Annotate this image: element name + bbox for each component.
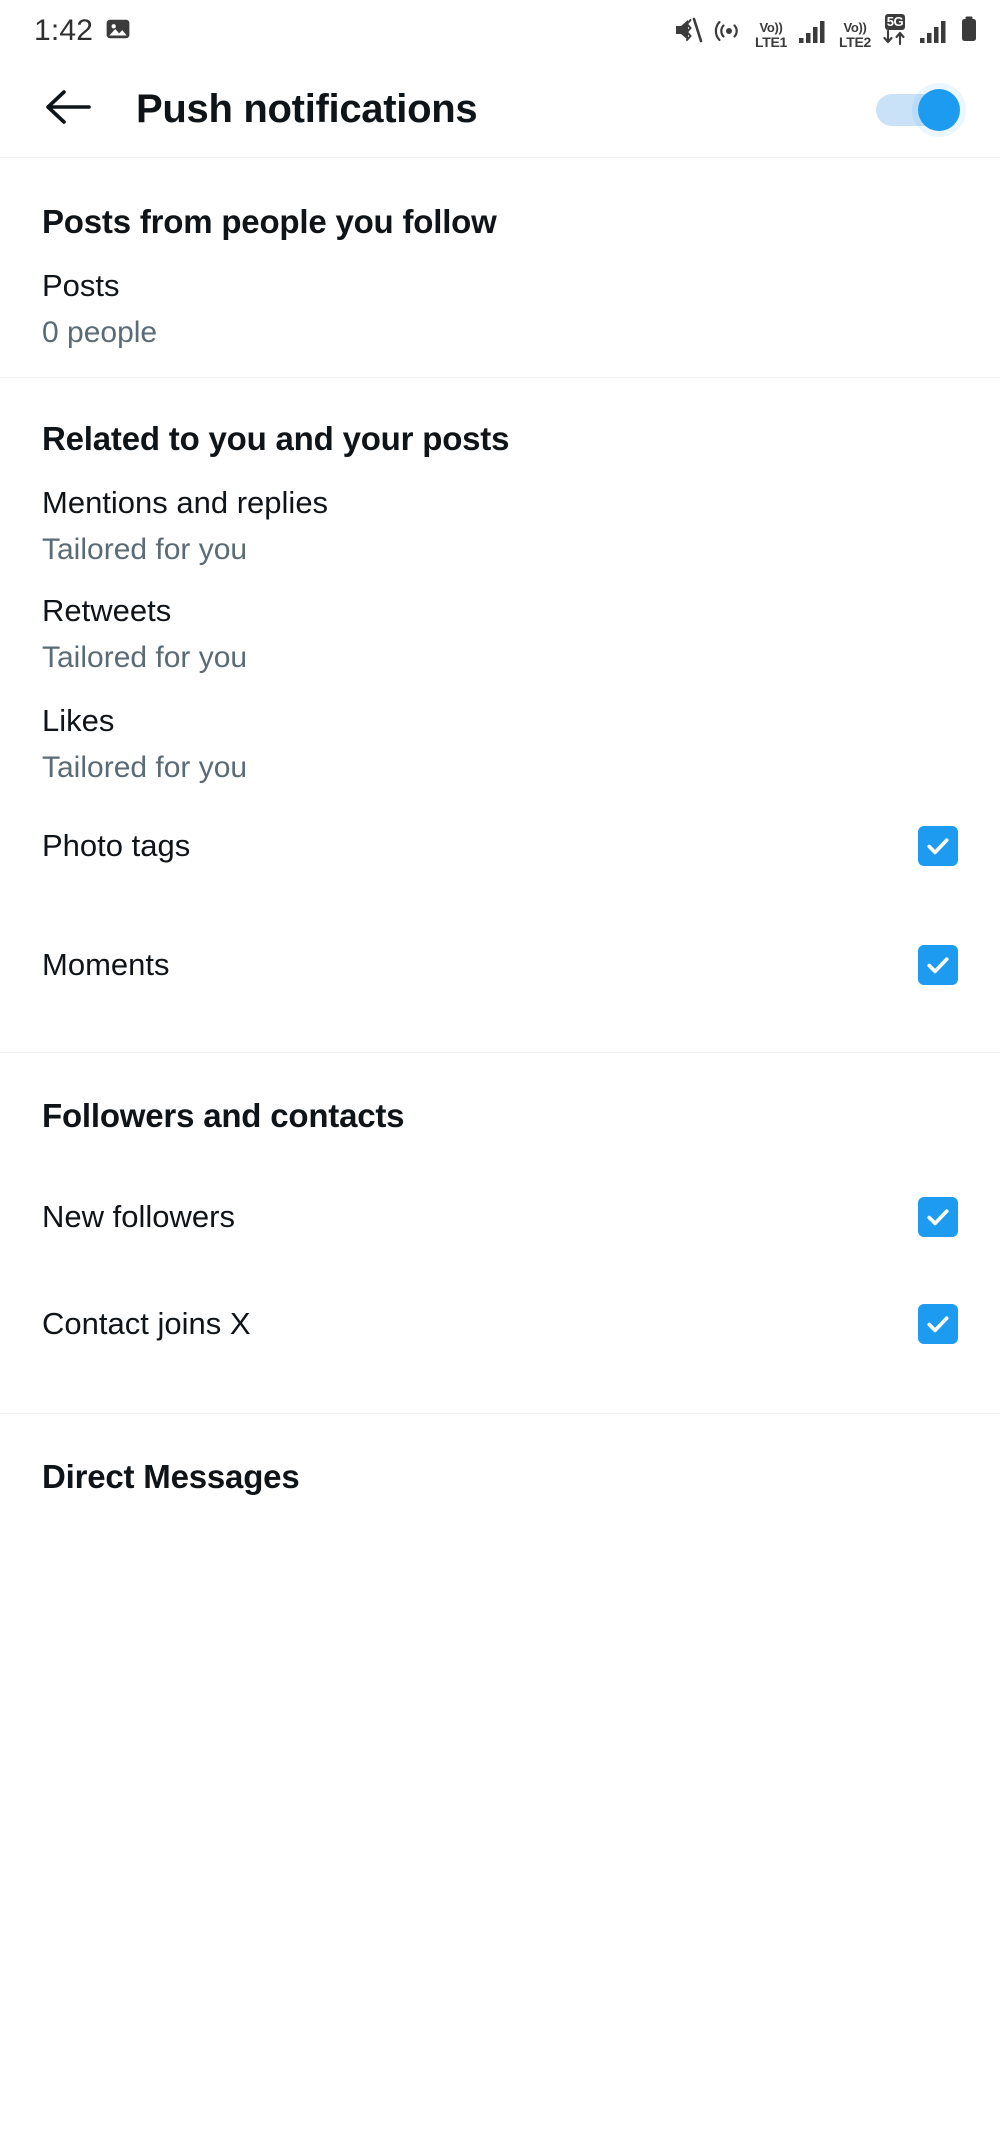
- push-notifications-screen: 1:42 Vo)) LTE1 Vo)) LTE2 5G Push notific…: [0, 0, 1000, 2144]
- checkbox-new-followers[interactable]: [918, 1197, 958, 1237]
- fiveg-data-icon: 5G: [882, 13, 908, 49]
- row-subtitle: Tailored for you: [42, 750, 248, 784]
- settings-list: Posts from people you follow Posts 0 peo…: [0, 157, 1000, 1496]
- volte1-icon: Vo)) LTE1: [755, 21, 787, 49]
- screenshot-icon: [105, 16, 131, 47]
- row-texts: Photo tags: [42, 828, 918, 865]
- signal-2-icon: [919, 18, 949, 49]
- row-likes[interactable]: Likes Tailored for you: [0, 678, 1000, 788]
- back-arrow-icon: [43, 85, 93, 134]
- row-posts[interactable]: Posts 0 people: [0, 241, 1000, 359]
- row-moments[interactable]: Moments: [0, 904, 1000, 1026]
- row-subtitle: Tailored for you: [42, 640, 248, 674]
- row-texts: Contact joins X: [42, 1306, 918, 1343]
- row-subtitle: Tailored for you: [42, 532, 248, 566]
- section-direct-messages: Direct Messages: [0, 1414, 1000, 1496]
- section-header: Followers and contacts: [42, 1097, 405, 1134]
- check-icon: [927, 838, 949, 855]
- section-followers-and-contacts: Followers and contacts New followers Con…: [0, 1053, 1000, 1414]
- volte1-top-label: Vo)): [759, 19, 783, 35]
- mute-vibrate-icon: [673, 16, 703, 49]
- volte2-icon: Vo)) LTE2: [839, 21, 871, 49]
- back-button[interactable]: [42, 84, 94, 136]
- status-bar-right: Vo)) LTE1 Vo)) LTE2 5G: [673, 13, 978, 49]
- row-new-followers[interactable]: New followers: [0, 1135, 1000, 1263]
- checkbox-moments[interactable]: [918, 945, 958, 985]
- battery-icon: [960, 16, 978, 49]
- section-posts-from-people-you-follow: Posts from people you follow Posts 0 peo…: [0, 157, 1000, 378]
- signal-1-icon: [798, 18, 828, 49]
- section-header: Related to you and your posts: [42, 420, 510, 457]
- checkbox-photo-tags[interactable]: [918, 826, 958, 866]
- row-texts: Posts 0 people: [42, 268, 958, 350]
- row-texts: Moments: [42, 947, 918, 984]
- row-title: Likes: [42, 703, 115, 739]
- check-icon: [927, 1316, 949, 1333]
- row-retweets[interactable]: Retweets Tailored for you: [0, 568, 1000, 678]
- volte2-top-label: Vo)): [843, 19, 867, 35]
- status-clock: 1:42: [34, 14, 94, 47]
- row-photo-tags[interactable]: Photo tags: [0, 788, 1000, 904]
- row-mentions-and-replies[interactable]: Mentions and replies Tailored for you: [0, 458, 1000, 568]
- push-notifications-master-toggle[interactable]: [876, 86, 966, 134]
- row-title: Mentions and replies: [42, 485, 329, 521]
- check-icon: [927, 1209, 949, 1226]
- hotspot-icon: [714, 16, 744, 49]
- data-transfer-arrows-icon: [882, 29, 908, 49]
- fiveg-badge-label: 5G: [884, 13, 906, 30]
- row-title: Retweets: [42, 593, 172, 629]
- app-bar: Push notifications: [0, 62, 1000, 157]
- section-header: Direct Messages: [42, 1458, 300, 1495]
- checkbox-contact-joins-x[interactable]: [918, 1304, 958, 1344]
- status-bar: 1:42 Vo)) LTE1 Vo)) LTE2 5G: [0, 0, 1000, 62]
- row-title: Contact joins X: [42, 1305, 251, 1341]
- page-title: Push notifications: [136, 87, 478, 131]
- check-icon: [927, 957, 949, 974]
- row-title: Posts: [42, 268, 120, 304]
- row-title: Moments: [42, 946, 170, 982]
- status-bar-left: 1:42: [34, 16, 131, 47]
- toggle-thumb: [918, 88, 960, 131]
- volte2-bottom-label: LTE2: [839, 33, 871, 50]
- section-header: Posts from people you follow: [42, 203, 497, 240]
- row-texts: New followers: [42, 1199, 918, 1236]
- row-title: Photo tags: [42, 827, 191, 863]
- row-title: New followers: [42, 1198, 235, 1234]
- section-related-to-you-and-your-posts: Related to you and your posts Mentions a…: [0, 378, 1000, 1053]
- volte1-bottom-label: LTE1: [755, 33, 787, 50]
- row-contact-joins-x[interactable]: Contact joins X: [0, 1263, 1000, 1385]
- row-texts: Retweets Tailored for you: [42, 593, 958, 675]
- row-texts: Mentions and replies Tailored for you: [42, 485, 958, 567]
- row-subtitle: 0 people: [42, 315, 158, 349]
- row-texts: Likes Tailored for you: [42, 703, 958, 785]
